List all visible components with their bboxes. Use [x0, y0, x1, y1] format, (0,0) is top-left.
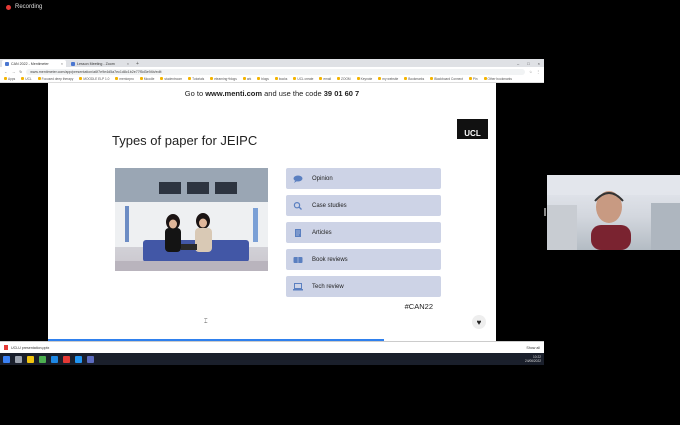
recording-label: Recording [15, 4, 43, 10]
file-icon [4, 345, 8, 350]
bookmark-item[interactable]: Bookmarks [404, 77, 424, 81]
close-tab-icon[interactable]: × [61, 62, 63, 66]
book-icon [293, 256, 303, 264]
type-case-studies: Case studies [286, 195, 441, 216]
menti-prefix: Go to [184, 89, 206, 98]
type-label: Book reviews [312, 256, 348, 263]
bookmark-item[interactable]: ark [243, 77, 251, 81]
bookmark-item[interactable]: Tutorials [188, 77, 204, 81]
shared-screen: CAN 2022 - Mentimeter × Lesson Meeting -… [0, 59, 544, 365]
type-tech-review: Tech review [286, 276, 441, 297]
windows-taskbar: 10:22 24/06/2022 [0, 353, 544, 365]
laptop-icon [293, 282, 303, 291]
chrome-icon[interactable] [39, 355, 46, 363]
bookmark-item[interactable]: ZOOM [337, 77, 351, 81]
bookmark-item[interactable]: Moodle [140, 77, 154, 81]
mentimeter-favicon-icon [5, 61, 9, 66]
tab-label: Lesson Meeting - Zoom [77, 61, 115, 66]
file-explorer-icon[interactable] [27, 355, 34, 363]
type-opinion: Opinion [286, 168, 441, 189]
bookmark-item[interactable]: Focused deep therapy [38, 77, 74, 81]
screen-root: Recording CAN 2022 - Mentimeter × Lesson… [0, 0, 680, 425]
tab-zoom[interactable]: Lesson Meeting - Zoom × [68, 60, 132, 67]
type-label: Case studies [312, 202, 347, 209]
extensions-icon[interactable]: ⋮ [536, 70, 540, 74]
bookmark-item[interactable]: UCL [21, 77, 31, 81]
search-icon[interactable] [15, 355, 22, 363]
close-window-icon[interactable]: × [538, 61, 540, 66]
menti-middle: and use the code [262, 89, 324, 98]
url-text: www.mentimeter.com/app/presentation/a6f7… [30, 69, 162, 74]
start-icon[interactable] [3, 355, 10, 363]
document-icon [293, 228, 303, 237]
magnifier-icon [293, 201, 303, 210]
window-controls: – □ × [517, 59, 544, 67]
students-photo [115, 168, 268, 271]
presentation-slide: Go to www.menti.com and use the code 39 … [48, 83, 496, 341]
heart-icon: ♥ [476, 317, 482, 327]
ucl-logo: UCL [457, 119, 488, 139]
zoom-icon[interactable] [75, 355, 82, 363]
forward-icon[interactable]: → [12, 70, 16, 74]
new-tab-button[interactable]: + [136, 61, 139, 67]
bookmark-item[interactable]: Pin [469, 77, 478, 81]
menti-url: www.menti.com [205, 89, 263, 98]
address-bar: ← → ↻ www.mentimeter.com/app/presentatio… [0, 67, 544, 76]
bookmark-item[interactable]: elearning+blogs [210, 77, 237, 81]
record-dot-icon [6, 4, 11, 10]
zoom-favicon-icon [71, 61, 75, 66]
bookmark-item[interactable]: Other bookmarks [484, 77, 512, 81]
bookmark-item[interactable]: my website [378, 77, 398, 81]
show-all-link[interactable]: Show all [526, 346, 540, 350]
type-label: Articles [312, 229, 332, 236]
speech-bubble-icon [293, 175, 303, 183]
mouse-cursor-icon: ⌶ [204, 319, 208, 325]
bookmark-item[interactable]: Keynote [357, 77, 373, 81]
menti-code: 39 01 60 7 [323, 89, 360, 98]
bookmarks-bar: Apps UCL Focused deep therapy MOODLE ELP 1.… [0, 76, 544, 83]
recording-indicator: Recording [6, 4, 42, 10]
logo-text: UCL [464, 129, 481, 138]
tab-mentimeter[interactable]: CAN 2022 - Mentimeter × [2, 60, 66, 67]
bookmark-item[interactable]: email [319, 77, 331, 81]
maximize-icon[interactable]: □ [527, 61, 529, 66]
teams-icon[interactable] [87, 355, 94, 363]
slide-title: Types of paper for JEIPC [112, 133, 258, 148]
system-clock: 10:22 24/06/2022 [525, 355, 541, 363]
bookmark-item[interactable]: blogs [257, 77, 269, 81]
powerpoint-icon[interactable] [63, 355, 70, 363]
outlook-icon[interactable] [51, 355, 58, 363]
bookmark-item[interactable]: studentroom [160, 77, 182, 81]
type-book-reviews: Book reviews [286, 249, 441, 270]
page-content: Go to www.menti.com and use the code 39 … [0, 83, 544, 341]
type-articles: Articles [286, 222, 441, 243]
download-file[interactable]: UCLU presentation.pptx [11, 346, 49, 350]
paper-types-list: Opinion Case studies Articles Book revie… [286, 168, 441, 303]
bookmark-item[interactable]: mentorpro [115, 77, 134, 81]
bookmark-item[interactable]: UCL create [293, 77, 313, 81]
webcam-video [547, 175, 680, 250]
hashtag: #CAN22 [404, 302, 433, 311]
type-label: Tech review [312, 283, 344, 290]
reload-icon[interactable]: ↻ [19, 70, 22, 74]
clock-date: 24/06/2022 [525, 359, 541, 363]
type-label: Opinion [312, 175, 333, 182]
bookmark-item[interactable]: books [275, 77, 288, 81]
bookmark-item[interactable]: MOODLE ELP 1.0 [79, 77, 109, 81]
minimize-icon[interactable]: – [517, 61, 519, 66]
tab-label: CAN 2022 - Mentimeter [11, 61, 49, 66]
heart-reaction-button[interactable]: ♥ [472, 315, 486, 329]
bookmark-item[interactable]: Blackboard Connect [430, 77, 463, 81]
scroll-handle[interactable] [544, 208, 546, 216]
back-icon[interactable]: ← [4, 70, 8, 74]
url-field[interactable]: www.mentimeter.com/app/presentation/a6f7… [26, 68, 526, 75]
close-tab-icon[interactable]: × [127, 62, 129, 66]
browser-tab-bar: CAN 2022 - Mentimeter × Lesson Meeting -… [0, 59, 544, 67]
star-icon[interactable]: ☆ [529, 70, 532, 74]
menti-instructions: Go to www.menti.com and use the code 39 … [48, 89, 496, 98]
download-bar: UCLU presentation.pptx Show all [0, 341, 544, 353]
bookmark-item[interactable]: Apps [4, 77, 15, 81]
